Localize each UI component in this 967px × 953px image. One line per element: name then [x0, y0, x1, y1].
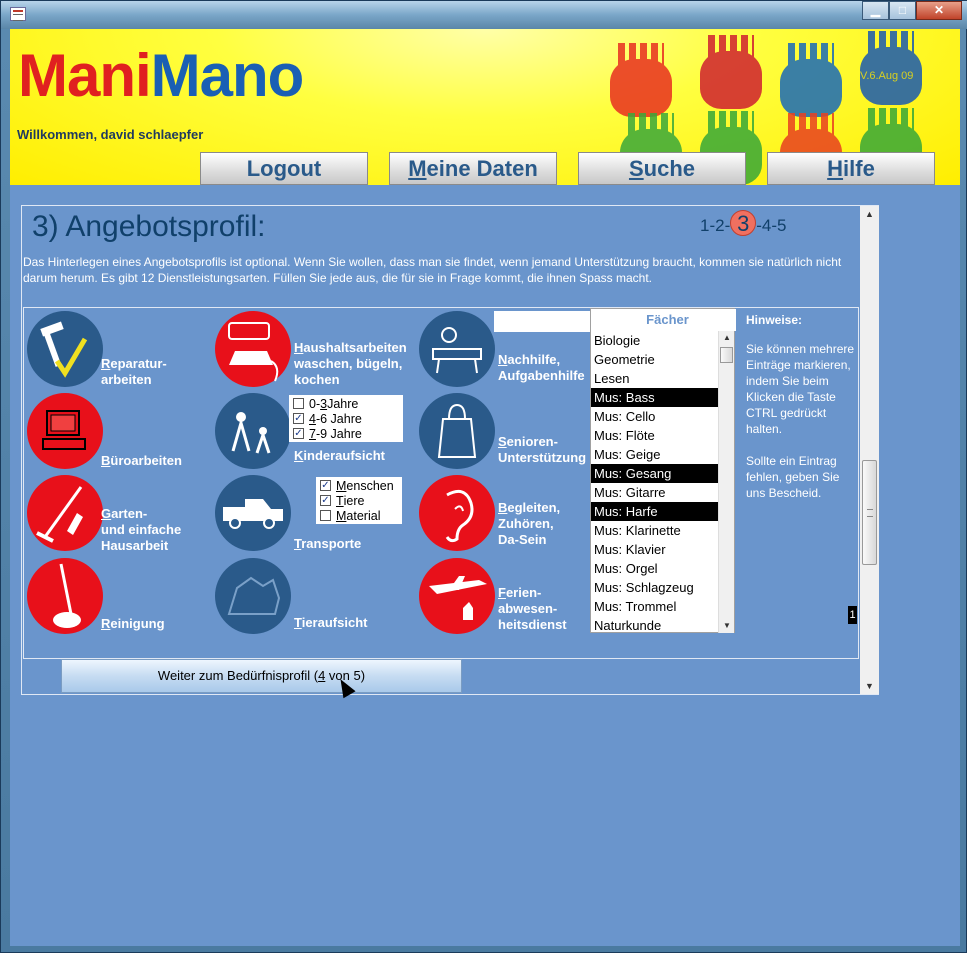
hints-text-1: Sie können mehrere Einträge markieren, i… — [746, 342, 855, 436]
wrench-hammer-icon[interactable] — [27, 311, 103, 387]
service-reinigung[interactable]: Reinigung — [101, 616, 165, 632]
computer-icon[interactable] — [27, 393, 103, 469]
service-haushalt[interactable]: Haushaltsarbeiten waschen, bügeln, kochen — [294, 340, 407, 388]
app-icon[interactable] — [10, 7, 26, 21]
title-bar[interactable]: ▁ □ ✕ — [1, 1, 967, 29]
list-item[interactable]: Mus: Klavier — [591, 540, 719, 559]
scroll-down-arrow-icon[interactable]: ▼ — [719, 619, 735, 633]
service-begleiten[interactable]: Begleiten, Zuhören, Da-Sein — [498, 500, 560, 548]
app-logo: ManiMano — [18, 42, 304, 109]
faecher-listbox[interactable]: Fächer Biologie Geometrie Lesen Mus: Bass Mu… — [590, 308, 736, 635]
animals-icon[interactable] — [215, 558, 291, 634]
service-reparatur[interactable]: Reparatur-arbeiten — [101, 356, 167, 388]
minimize-button[interactable]: ▁ — [862, 1, 889, 20]
kinder-option-0-3[interactable]: 0- 3 Jahre — [289, 396, 403, 411]
service-senioren[interactable]: Senioren- Unterstützung — [498, 434, 586, 466]
hints-text-2: Sollte ein Eintrag fehlen, geben Sie uns… — [746, 454, 840, 500]
header-banner: ManiMano Willkommen, david schlaepfer V.… — [10, 29, 960, 185]
list-item[interactable]: Mus: Trommel — [591, 597, 719, 616]
checkbox-material[interactable] — [320, 510, 331, 521]
list-item[interactable]: Mus: Harfe — [591, 502, 719, 521]
checkbox-menschen[interactable]: ✓ — [320, 480, 331, 491]
kinder-options: 0- 3 Jahre ✓ 4 -6 Jahre ✓ 7 -9 Jahre — [289, 395, 403, 442]
list-item[interactable]: Biologie — [591, 331, 719, 350]
service-tieraufsicht[interactable]: Tieraufsicht — [294, 615, 367, 631]
service-transporte[interactable]: Transporte — [294, 536, 361, 552]
rake-icon[interactable] — [27, 475, 103, 551]
list-item[interactable]: Naturkunde — [591, 616, 719, 635]
checkbox-4-6[interactable]: ✓ — [293, 413, 304, 424]
client-area: ManiMano Willkommen, david schlaepfer V.… — [10, 29, 960, 946]
page-title: 3) Angebotsprofil: — [32, 210, 266, 243]
scroll-up-arrow-icon[interactable]: ▲ — [719, 331, 735, 345]
checkbox-7-9[interactable]: ✓ — [293, 428, 304, 439]
shopping-bag-icon[interactable] — [419, 393, 495, 469]
service-kinderaufsicht[interactable]: Kinderaufsicht — [294, 448, 385, 464]
list-item[interactable]: Mus: Geige — [591, 445, 719, 464]
scroll-up-arrow-icon[interactable]: ▲ — [860, 206, 879, 222]
transport-option-tiere[interactable]: ✓ Tiere — [316, 493, 402, 508]
services-area: Reparatur-arbeiten Büroarbeiten Garten-u… — [23, 307, 859, 659]
version-label: V.6.Aug 09 — [860, 70, 914, 82]
list-item[interactable]: Mus: Gitarre — [591, 483, 719, 502]
close-button[interactable]: ✕ — [916, 1, 962, 20]
handprint-image — [780, 43, 842, 117]
hints-title: Hinweise: — [746, 313, 803, 327]
mop-icon[interactable] — [27, 558, 103, 634]
intro-text: Das Hinterlegen eines Angebotsprofils is… — [23, 255, 842, 285]
step-indicator: 1-2- 3 -4-5 — [700, 210, 787, 236]
kinder-option-7-9[interactable]: ✓ 7 -9 Jahre — [289, 426, 403, 441]
list-item[interactable]: Geometrie — [591, 350, 719, 369]
handprint-image — [610, 43, 672, 117]
faecher-list: Biologie Geometrie Lesen Mus: Bass Mus: Cell… — [591, 331, 719, 635]
kinder-option-4-6[interactable]: ✓ 4 -6 Jahre — [289, 411, 403, 426]
airplane-icon[interactable] — [419, 558, 495, 634]
checkbox-0-3[interactable] — [293, 398, 304, 409]
transport-options: ✓ Menschen ✓ Tiere Material — [316, 477, 402, 524]
service-ferien[interactable]: Ferien-abwesen-heitsdienst — [498, 585, 567, 633]
ear-icon[interactable] — [419, 475, 495, 551]
faecher-title: Fächer — [591, 309, 736, 331]
meine-daten-button[interactable]: Meine Daten — [389, 152, 557, 185]
list-item[interactable]: Mus: Schlagzeug — [591, 578, 719, 597]
service-buero[interactable]: Büroarbeiten — [101, 453, 182, 469]
scrollbar-thumb[interactable] — [862, 460, 877, 565]
list-item[interactable]: Mus: Gesang — [591, 464, 719, 483]
grip-icon — [867, 509, 873, 517]
handprint-image — [700, 35, 762, 109]
tutoring-icon[interactable] — [419, 311, 495, 387]
service-nachhilfe[interactable]: Nachhilfe, Aufgabenhilfe — [498, 352, 585, 384]
welcome-text: Willkommen, david schlaepfer — [17, 127, 204, 142]
scroll-down-arrow-icon[interactable]: ▼ — [860, 678, 879, 694]
hilfe-button[interactable]: Hilfe — [767, 152, 935, 185]
listbox-scrollbar[interactable]: ▲ ▼ — [718, 331, 734, 633]
list-item[interactable]: Mus: Bass — [591, 388, 719, 407]
list-item[interactable]: Mus: Flöte — [591, 426, 719, 445]
service-garten[interactable]: Garten-und einfache Hausarbeit — [101, 506, 181, 554]
suche-button[interactable]: Suche — [578, 152, 746, 185]
transport-option-menschen[interactable]: ✓ Menschen — [316, 478, 402, 493]
logout-button[interactable]: Logout — [200, 152, 368, 185]
maximize-button[interactable]: □ — [889, 1, 916, 20]
cooking-pot-icon[interactable] — [215, 311, 291, 387]
transport-option-material[interactable]: Material — [316, 508, 402, 523]
scrollbar-thumb[interactable] — [720, 347, 733, 363]
list-item[interactable]: Mus: Orgel — [591, 559, 719, 578]
checkbox-tiere[interactable]: ✓ — [320, 495, 331, 506]
list-item[interactable]: Mus: Klarinette — [591, 521, 719, 540]
hints-box: Hinweise: Sie können mehrere Einträge ma… — [746, 312, 856, 501]
next-step-button[interactable]: Weiter zum Bedürfnisprofil (4 von 5) — [61, 659, 462, 693]
app-window: ▁ □ ✕ ManiMano Willkommen, david schlaep… — [0, 0, 967, 953]
panel-scrollbar[interactable]: ▲ ▼ — [860, 206, 879, 694]
label-backdrop — [494, 311, 592, 332]
record-counter: 1 — [848, 606, 857, 624]
pickup-truck-icon[interactable] — [215, 475, 291, 551]
current-step: 3 — [730, 210, 757, 236]
list-item[interactable]: Mus: Cello — [591, 407, 719, 426]
list-item[interactable]: Lesen — [591, 369, 719, 388]
children-icon[interactable] — [215, 393, 291, 469]
profile-panel: 3) Angebotsprofil: 1-2- 3 -4-5 Das Hinterl… — [21, 205, 879, 695]
